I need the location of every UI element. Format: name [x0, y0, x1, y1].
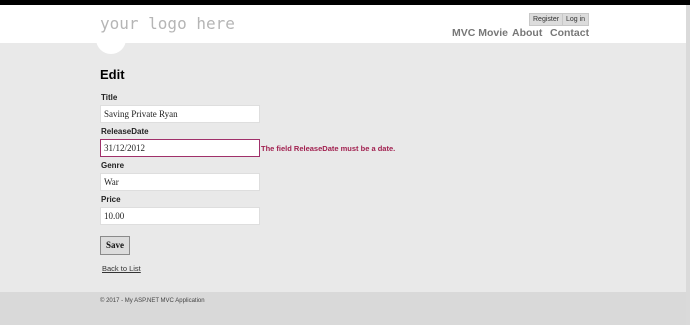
release-date-error: The field ReleaseDate must be a date. [261, 144, 396, 153]
price-input[interactable]: 10.00 [100, 207, 260, 225]
footer [0, 292, 686, 325]
nav-mvc-movie[interactable]: MVC Movie [452, 27, 508, 39]
page-title: Edit [100, 67, 125, 82]
release-date-input[interactable]: 31/12/2012 [100, 139, 260, 157]
vertical-scrollbar[interactable] [686, 5, 690, 325]
price-label: Price [101, 195, 121, 204]
genre-input[interactable]: War [100, 173, 260, 191]
logo-circle [96, 30, 126, 54]
title-label: Title [101, 93, 118, 102]
register-link[interactable]: Register [529, 13, 564, 26]
save-button[interactable]: Save [100, 236, 130, 255]
site-logo[interactable]: your logo here [100, 14, 235, 33]
back-to-list-link[interactable]: Back to List [102, 264, 141, 273]
release-date-label: ReleaseDate [101, 127, 149, 136]
nav-about[interactable]: About [512, 27, 542, 39]
title-input[interactable]: Saving Private Ryan [100, 105, 260, 123]
login-link[interactable]: Log in [562, 13, 590, 26]
genre-label: Genre [101, 161, 125, 170]
nav-contact[interactable]: Contact [550, 27, 589, 39]
footer-copyright: © 2017 - My ASP.NET MVC Application [100, 298, 205, 304]
